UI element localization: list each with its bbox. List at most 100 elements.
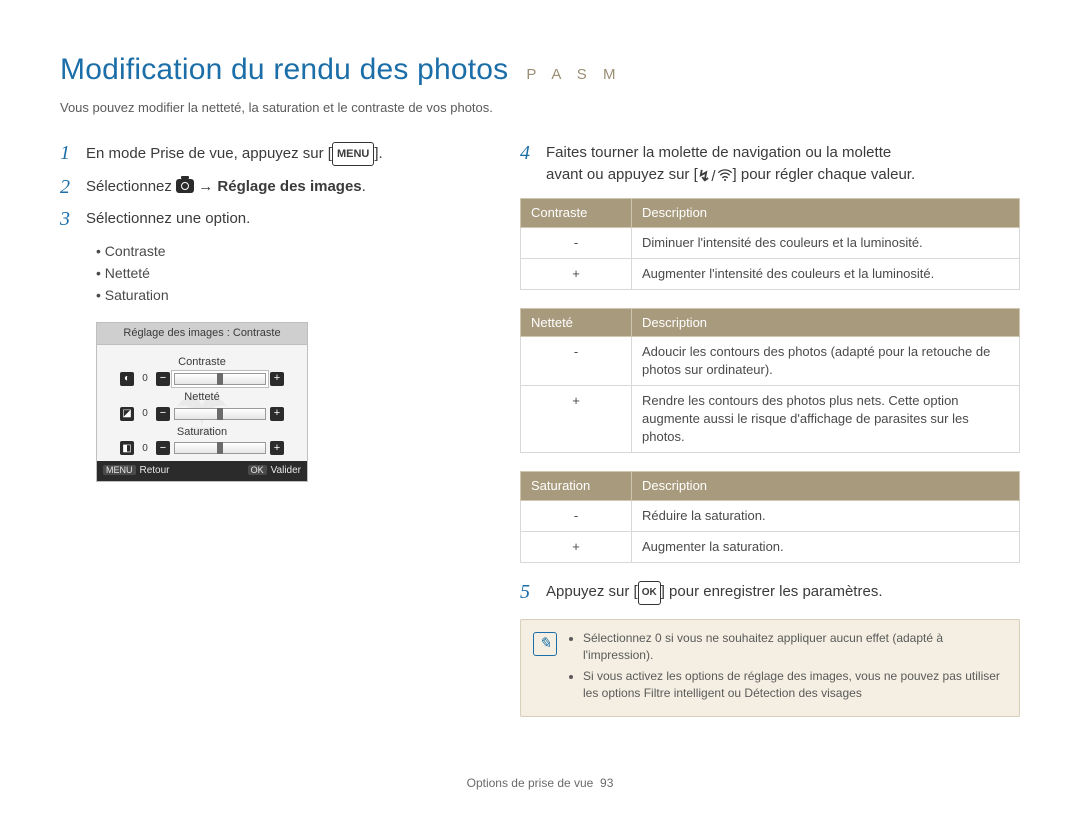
slider-label: Contraste xyxy=(107,355,297,370)
footer-page-number: 93 xyxy=(600,776,613,790)
table-header: Saturation xyxy=(521,472,632,501)
desc-cell: Diminuer l'intensité des couleurs et la … xyxy=(632,227,1020,258)
minus-icon: − xyxy=(156,372,170,386)
bold-text: Réglage des images xyxy=(217,178,361,195)
list-item: Contraste xyxy=(96,240,480,262)
text: ] pour enregistrer les paramètres. xyxy=(661,583,883,600)
table-header: Description xyxy=(632,472,1020,501)
label: Valider xyxy=(271,465,301,476)
step-text: Sélectionnez → Réglage des images. xyxy=(86,176,366,198)
step-number: 5 xyxy=(520,581,536,603)
footer-right: OK Valider xyxy=(248,464,301,478)
note-list: Sélectionnez 0 si vous ne souhaitez appl… xyxy=(567,630,1007,706)
slider-track xyxy=(174,408,266,420)
sign-cell: - xyxy=(521,337,632,386)
wifi-icon xyxy=(717,166,733,188)
slider-track xyxy=(174,373,266,385)
camera-icon xyxy=(176,179,194,193)
screen-footer: MENU Retour OK Valider xyxy=(97,461,307,481)
sign-cell: + xyxy=(521,386,632,453)
sign-cell: - xyxy=(521,227,632,258)
arrow-icon: → xyxy=(194,178,217,195)
slider-track xyxy=(174,442,266,454)
slider-label: Netteté xyxy=(107,390,297,405)
note-icon: ✎ xyxy=(533,632,557,656)
step-text: Appuyez sur [OK] pour enregistrer les pa… xyxy=(546,581,882,605)
columns: 1 En mode Prise de vue, appuyez sur [MEN… xyxy=(60,142,1020,717)
slider-value: 0 xyxy=(138,407,152,421)
title-row: Modification du rendu des photos P A S M xyxy=(60,50,1020,91)
screen-header: Réglage des images : Contraste xyxy=(97,323,307,345)
flash-icon: ↯ xyxy=(698,166,711,188)
manual-page: Modification du rendu des photos P A S M… xyxy=(0,0,1080,815)
footer-left: MENU Retour xyxy=(103,464,170,478)
text: ]. xyxy=(374,145,382,162)
step-text: En mode Prise de vue, appuyez sur [MENU]… xyxy=(86,142,383,166)
table-row: +Rendre les contours des photos plus net… xyxy=(521,386,1020,453)
sign-cell: + xyxy=(521,531,632,562)
list-item: Saturation xyxy=(96,284,480,306)
text: Faites tourner la molette de navigation … xyxy=(546,144,891,161)
desc-cell: Réduire la saturation. xyxy=(632,500,1020,531)
table-row: +Augmenter l'intensité des couleurs et l… xyxy=(521,258,1020,289)
option-list: Contraste Netteté Saturation xyxy=(96,240,480,306)
plus-icon: + xyxy=(270,372,284,386)
table-header: Contraste xyxy=(521,199,632,228)
step-5: 5 Appuyez sur [OK] pour enregistrer les … xyxy=(520,581,1020,605)
text: Appuyez sur [ xyxy=(546,583,638,600)
table-header: Description xyxy=(632,199,1020,228)
note-item: Sélectionnez 0 si vous ne souhaitez appl… xyxy=(583,630,1007,664)
step-text: Sélectionnez une option. xyxy=(86,208,250,230)
step-3: 3 Sélectionnez une option. xyxy=(60,208,480,230)
step-2: 2 Sélectionnez → Réglage des images. xyxy=(60,176,480,198)
step-number: 3 xyxy=(60,208,76,230)
text: Sélectionnez xyxy=(86,178,176,195)
plus-icon: + xyxy=(270,441,284,455)
camera-screen: Réglage des images : Contraste Contraste… xyxy=(96,322,308,482)
sharpness-slider: ◪ 0 − + xyxy=(107,407,297,421)
sign-cell: + xyxy=(521,258,632,289)
text: ] pour régler chaque valeur. xyxy=(733,166,916,183)
sharpness-table: NettetéDescription -Adoucir les contours… xyxy=(520,308,1020,454)
table-header: Description xyxy=(632,308,1020,337)
minus-icon: − xyxy=(156,441,170,455)
mode-indicator: P A S M xyxy=(526,65,621,85)
right-column: 4 Faites tourner la molette de navigatio… xyxy=(520,142,1020,717)
slider-label: Saturation xyxy=(107,425,297,440)
desc-cell: Augmenter la saturation. xyxy=(632,531,1020,562)
note-box: ✎ Sélectionnez 0 si vous ne souhaitez ap… xyxy=(520,619,1020,717)
contrast-icon: ◐ xyxy=(120,372,134,386)
saturation-slider: ◧ 0 − + xyxy=(107,441,297,455)
minus-icon: − xyxy=(156,407,170,421)
ok-button-icon: OK xyxy=(248,465,267,475)
note-item: Si vous activez les options de réglage d… xyxy=(583,668,1007,702)
page-footer: Options de prise de vue 93 xyxy=(0,775,1080,791)
step-4: 4 Faites tourner la molette de navigatio… xyxy=(520,142,1020,188)
page-title: Modification du rendu des photos xyxy=(60,50,508,91)
table-row: -Diminuer l'intensité des couleurs et la… xyxy=(521,227,1020,258)
label: Retour xyxy=(140,465,170,476)
footer-section: Options de prise de vue xyxy=(467,776,594,790)
sign-cell: - xyxy=(521,500,632,531)
table-row: +Augmenter la saturation. xyxy=(521,531,1020,562)
saturation-icon: ◧ xyxy=(120,441,134,455)
menu-icon: MENU xyxy=(332,142,374,166)
desc-cell: Augmenter l'intensité des couleurs et la… xyxy=(632,258,1020,289)
menu-button-icon: MENU xyxy=(103,465,136,475)
step-number: 2 xyxy=(60,176,76,198)
list-item: Netteté xyxy=(96,262,480,284)
table-header: Netteté xyxy=(521,308,632,337)
left-column: 1 En mode Prise de vue, appuyez sur [MEN… xyxy=(60,142,480,717)
contrast-slider: ◐ 0 − + xyxy=(107,372,297,386)
table-row: -Adoucir les contours des photos (adapté… xyxy=(521,337,1020,386)
sharpness-icon: ◪ xyxy=(120,407,134,421)
slider-value: 0 xyxy=(138,372,152,386)
step-number: 4 xyxy=(520,142,536,164)
text: avant ou appuyez sur [ xyxy=(546,166,698,183)
plus-icon: + xyxy=(270,407,284,421)
desc-cell: Rendre les contours des photos plus nets… xyxy=(632,386,1020,453)
contrast-table: ContrasteDescription -Diminuer l'intensi… xyxy=(520,198,1020,290)
desc-cell: Adoucir les contours des photos (adapté … xyxy=(632,337,1020,386)
flash-wifi-icons: ↯/ xyxy=(698,166,733,188)
table-row: -Réduire la saturation. xyxy=(521,500,1020,531)
